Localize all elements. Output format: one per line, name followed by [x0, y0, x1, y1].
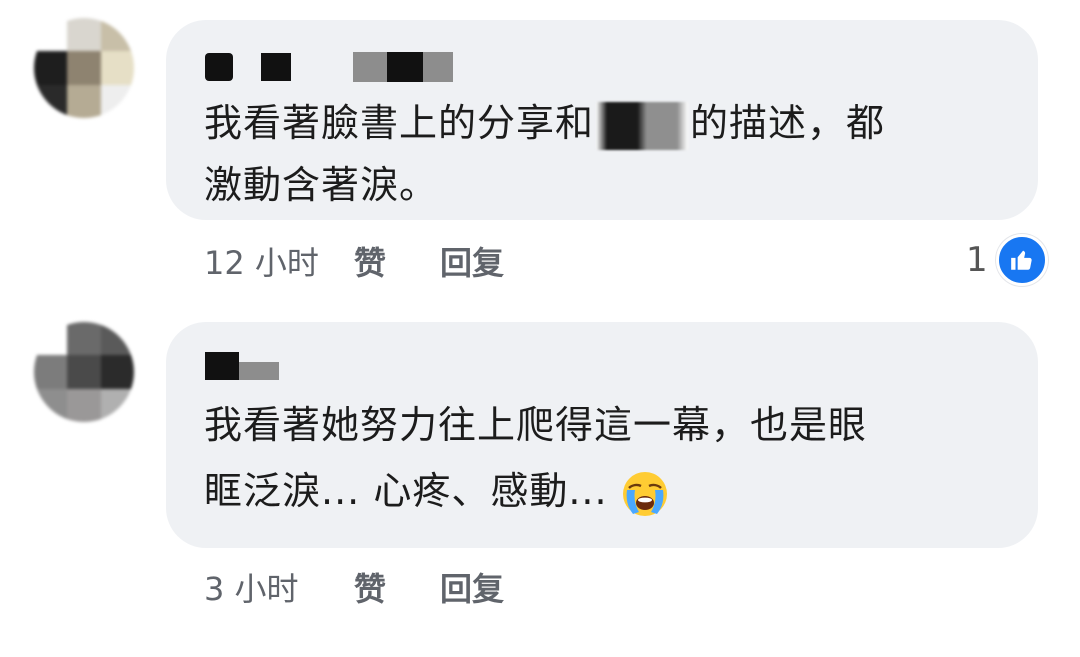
like-button[interactable]: 赞 [354, 564, 440, 610]
author-name-redacted[interactable] [205, 352, 279, 380]
comment-meta: 3 小时 赞 回复 [204, 564, 504, 610]
avatar[interactable] [34, 322, 134, 422]
comment-text: 我看著她努力往上爬得這一幕，也是眼 [204, 403, 868, 447]
reply-button[interactable]: 回复 [440, 238, 504, 284]
comment-text-line2: 眶泛淚... 心疼、感動... [204, 458, 669, 524]
loudly-crying-face-icon [622, 471, 667, 516]
redacted-mention [596, 101, 689, 150]
author-name-redacted[interactable] [205, 52, 453, 82]
comment-text-part: 我看著臉書上的分享和 [204, 101, 595, 145]
comment-meta: 12 小时 赞 回复 [204, 238, 504, 284]
like-button[interactable]: 赞 [354, 238, 440, 284]
like-count: 1 [966, 240, 988, 280]
comment-text-part: 的描述，都 [690, 101, 886, 145]
reply-button[interactable]: 回复 [440, 564, 504, 610]
timestamp[interactable]: 12 小时 [204, 238, 354, 284]
comment-text-part: 眶泛淚... 心疼、感動... [204, 469, 608, 513]
avatar[interactable] [34, 18, 134, 118]
comment-text-line2: 激動含著淚。 [204, 163, 439, 207]
comment-text: 我看著臉書上的分享和 的描述，都 [204, 90, 885, 156]
reaction-count[interactable]: 1 [966, 234, 1048, 286]
timestamp[interactable]: 3 小时 [204, 564, 354, 610]
thumbs-up-icon [995, 234, 1048, 286]
